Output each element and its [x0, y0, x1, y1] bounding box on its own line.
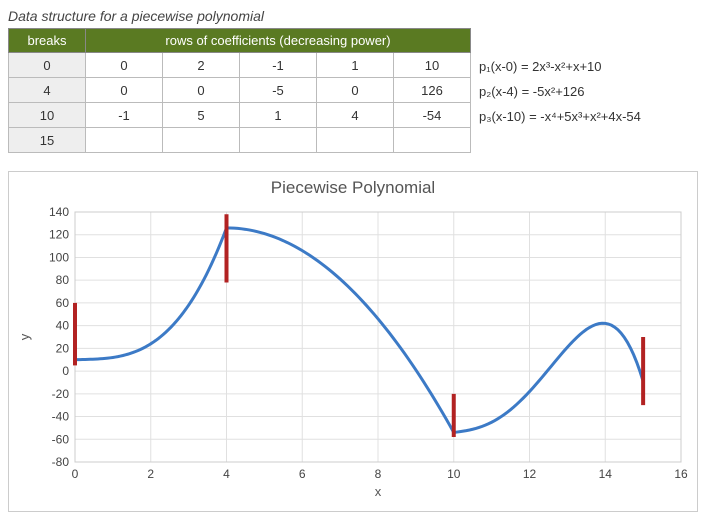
y-tick-label: 20	[56, 341, 70, 355]
breaks-header: breaks	[9, 29, 86, 53]
coeff-cell: -54	[394, 103, 471, 128]
break-cell: 4	[9, 78, 86, 103]
y-tick-label: 40	[56, 319, 70, 333]
formula-p1: p₁(x-0) = 2x³-x²+x+10	[479, 54, 641, 79]
data-table-row: breaks rows of coefficients (decreasing …	[8, 28, 716, 153]
coeff-cell: 10	[394, 53, 471, 78]
y-tick-label: 60	[56, 296, 70, 310]
chart-title: Piecewise Polynomial	[15, 178, 691, 198]
coeff-cell: 0	[86, 78, 163, 103]
break-cell: 10	[9, 103, 86, 128]
y-tick-label: 0	[62, 364, 69, 378]
coeff-cell: 126	[394, 78, 471, 103]
y-tick-label: -20	[52, 387, 70, 401]
table-header-row: breaks rows of coefficients (decreasing …	[9, 29, 471, 53]
x-tick-label: 0	[72, 467, 79, 481]
formula-list: p₁(x-0) = 2x³-x²+x+10 p₂(x-4) = -5x²+126…	[471, 28, 641, 153]
chart-container: Piecewise Polynomial 0 2 4 6 8 10 12 14 16 -80 -60…	[8, 171, 698, 512]
table-row: 15	[9, 128, 471, 153]
coeff-cell: 0	[317, 78, 394, 103]
x-tick-label: 14	[599, 467, 613, 481]
coeff-cell: 5	[163, 103, 240, 128]
x-tick-label: 10	[447, 467, 461, 481]
x-tick-label: 8	[375, 467, 382, 481]
y-tick-label: 120	[49, 228, 69, 242]
coeff-cell	[394, 128, 471, 153]
coeff-cell: 0	[163, 78, 240, 103]
coeff-cell: 1	[317, 53, 394, 78]
formula-p3: p₃(x-10) = -x⁴+5x³+x²+4x-54	[479, 104, 641, 129]
coeff-cell	[240, 128, 317, 153]
coeff-cell: -1	[86, 103, 163, 128]
y-axis-label: y	[17, 333, 32, 340]
x-tick-label: 4	[223, 467, 230, 481]
break-cell: 15	[9, 128, 86, 153]
x-tick-label: 16	[674, 467, 688, 481]
polynomial-curve	[75, 228, 643, 433]
coeff-cell	[317, 128, 394, 153]
coeff-cell: 2	[163, 53, 240, 78]
coeff-cell: 4	[317, 103, 394, 128]
y-tick-label: -60	[52, 432, 70, 446]
y-tick-label: 100	[49, 250, 69, 264]
x-tick-label: 12	[523, 467, 537, 481]
x-tick-label: 2	[147, 467, 154, 481]
coeff-cell: -5	[240, 78, 317, 103]
y-tick-label: 140	[49, 205, 69, 219]
table-row: 4 0 0 -5 0 126	[9, 78, 471, 103]
coefficients-table: breaks rows of coefficients (decreasing …	[8, 28, 471, 153]
chart-svg: 0 2 4 6 8 10 12 14 16 -80 -60 -40 -20 0 20 40 60 80 100 120…	[15, 202, 691, 502]
y-tick-label: -80	[52, 455, 70, 469]
coeff-cell	[163, 128, 240, 153]
coeff-cell: -1	[240, 53, 317, 78]
coeff-cell: 1	[240, 103, 317, 128]
coeff-cell: 0	[86, 53, 163, 78]
formula-p2: p₂(x-4) = -5x²+126	[479, 79, 641, 104]
y-tick-label: 80	[56, 273, 70, 287]
x-axis-label: x	[375, 484, 382, 499]
coeff-cell	[86, 128, 163, 153]
table-row: 0 0 2 -1 1 10	[9, 53, 471, 78]
break-cell: 0	[9, 53, 86, 78]
page-title: Data structure for a piecewise polynomia…	[8, 8, 716, 24]
x-tick-label: 6	[299, 467, 306, 481]
table-row: 10 -1 5 1 4 -54	[9, 103, 471, 128]
y-tick-label: -40	[52, 410, 70, 424]
coeff-header: rows of coefficients (decreasing power)	[86, 29, 471, 53]
